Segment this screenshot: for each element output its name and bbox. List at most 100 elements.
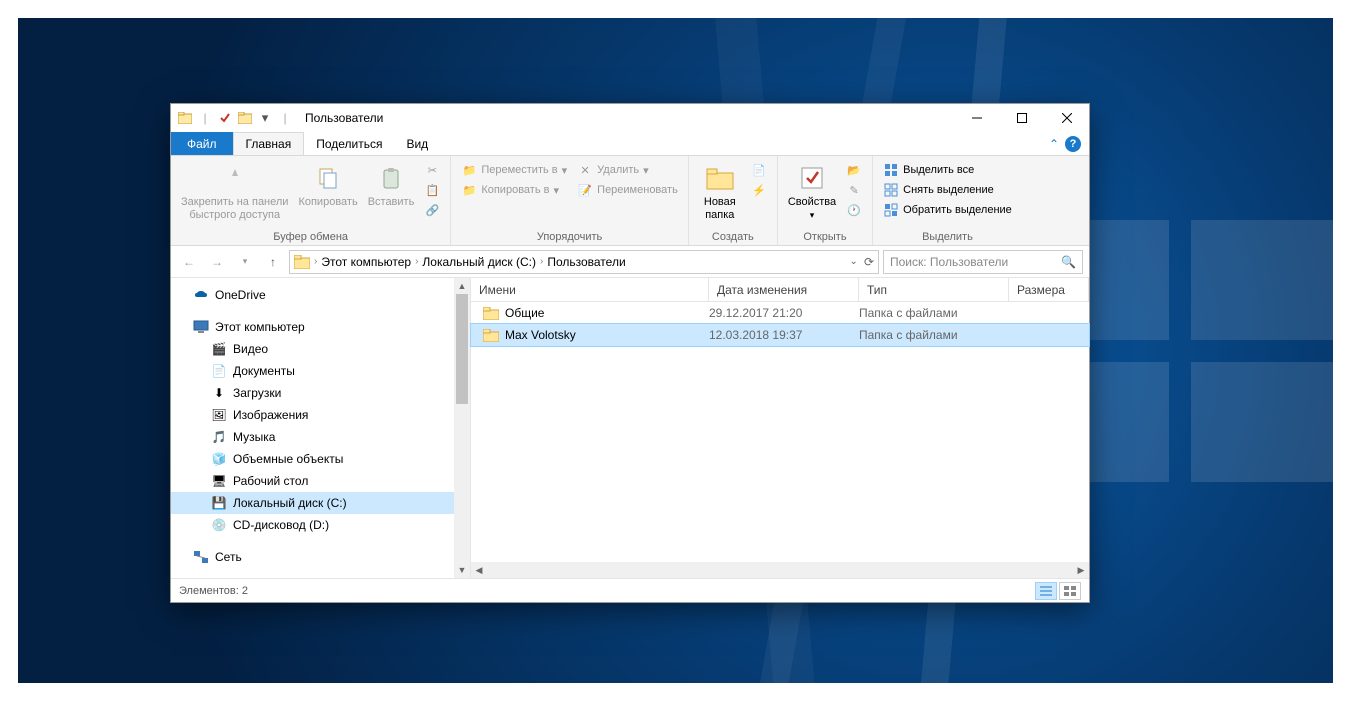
minimize-button[interactable] [954, 104, 999, 132]
delete-button[interactable]: ✕Удалить ▾ [573, 160, 682, 180]
ribbon: Закрепить на панели быстрого доступа Коп… [171, 156, 1089, 246]
pin-icon [219, 162, 251, 194]
tree-scrollbar[interactable]: ▲ ▼ [454, 278, 470, 578]
tree-item[interactable]: 💾Локальный диск (C:) [171, 492, 470, 514]
folder-icon [177, 110, 193, 126]
address-bar: ← → ▾ ↑ › Этот компьютер › Локальный дис… [171, 246, 1089, 278]
file-list[interactable]: Имени Дата изменения Тип Размера Общие29… [471, 278, 1089, 578]
ribbon-group-organize: 📁Переместить в ▾ 📁Копировать в ▾ ✕Удалит… [451, 156, 688, 245]
windows-logo [1049, 220, 1351, 482]
chevron-right-icon[interactable]: › [413, 256, 420, 267]
col-type[interactable]: Тип [859, 278, 1009, 301]
scroll-up-icon[interactable]: ▲ [454, 278, 470, 294]
chevron-right-icon[interactable]: › [312, 256, 319, 267]
chevron-down-icon[interactable]: ⌄ [850, 256, 858, 267]
tree-item-icon: 🎵 [211, 429, 227, 445]
move-to-button[interactable]: 📁Переместить в ▾ [457, 160, 571, 180]
open-button[interactable]: 📂 [842, 160, 866, 180]
navigation-tree[interactable]: OneDrive Этот компьютер 🎬Видео📄Документы… [171, 278, 471, 578]
scroll-thumb[interactable] [456, 294, 468, 404]
table-row[interactable]: Общие29.12.2017 21:20Папка с файлами [471, 302, 1089, 324]
copy-button[interactable]: Копировать [294, 160, 361, 211]
tree-item-label: Объемные объекты [233, 452, 343, 466]
tree-item[interactable]: 🖥Рабочий стол [171, 470, 470, 492]
col-name[interactable]: Имени [471, 278, 709, 301]
tab-home[interactable]: Главная [233, 132, 305, 155]
crumb-drive[interactable]: Локальный диск (C:) [422, 255, 536, 269]
tree-onedrive[interactable]: OneDrive [171, 284, 470, 306]
ribbon-collapse[interactable]: ⌃ ? [1041, 132, 1089, 155]
pc-icon [193, 319, 209, 335]
properties-icon [796, 162, 828, 194]
history-button[interactable]: 🕐 [842, 200, 866, 220]
tree-item[interactable]: ⬇Загрузки [171, 382, 470, 404]
scroll-right-icon[interactable]: ▶ [1073, 565, 1089, 576]
paste-shortcut-button[interactable]: 🔗 [420, 200, 444, 220]
invert-selection-button[interactable]: Обратить выделение [879, 200, 1016, 220]
col-date[interactable]: Дата изменения [709, 278, 859, 301]
qat-properties-icon[interactable] [217, 110, 233, 126]
horizontal-scrollbar[interactable]: ◀ ▶ [471, 562, 1089, 578]
forward-button[interactable]: → [205, 250, 229, 274]
scroll-down-icon[interactable]: ▼ [454, 562, 470, 578]
tab-file[interactable]: Файл [171, 132, 233, 155]
group-label: Выделить [879, 229, 1016, 243]
ribbon-group-clipboard: Закрепить на панели быстрого доступа Коп… [171, 156, 451, 245]
copy-path-button[interactable]: 📋 [420, 180, 444, 200]
scroll-left-icon[interactable]: ◀ [471, 565, 487, 576]
pin-button[interactable]: Закрепить на панели быстрого доступа [177, 160, 292, 224]
rename-button[interactable]: 📝Переименовать [573, 180, 682, 200]
file-type: Папка с файлами [859, 328, 1009, 342]
tree-thispc[interactable]: Этот компьютер [171, 316, 470, 338]
up-button[interactable]: ↑ [261, 250, 285, 274]
select-none-button[interactable]: Снять выделение [879, 180, 1016, 200]
tree-item[interactable]: 🖼Изображения [171, 404, 470, 426]
new-item-button[interactable]: 📄 [747, 160, 771, 180]
tree-item[interactable]: 🧊Объемные объекты [171, 448, 470, 470]
cut-button[interactable]: ✂ [420, 160, 444, 180]
chevron-right-icon[interactable]: › [538, 256, 545, 267]
new-folder-button[interactable]: Новая папка [695, 160, 745, 224]
group-label: Создать [695, 229, 771, 243]
recent-button[interactable]: ▾ [233, 250, 257, 274]
copy-to-button[interactable]: 📁Копировать в ▾ [457, 180, 571, 200]
tree-item[interactable]: 🎬Видео [171, 338, 470, 360]
paste-button[interactable]: Вставить [364, 160, 419, 211]
crumb-users[interactable]: Пользователи [547, 255, 625, 269]
open-icon: 📂 [846, 162, 862, 178]
tree-item-label: Музыка [233, 430, 275, 444]
paste-icon [375, 162, 407, 194]
col-size[interactable]: Размера [1009, 278, 1089, 301]
tree-item-label: Видео [233, 342, 268, 356]
details-view-button[interactable] [1035, 582, 1057, 600]
clipboard-small-buttons: ✂ 📋 🔗 [420, 160, 444, 220]
properties-button[interactable]: Свойства▾ [784, 160, 840, 224]
maximize-button[interactable] [999, 104, 1044, 132]
tree-item[interactable]: 📄Документы [171, 360, 470, 382]
breadcrumb[interactable]: › Этот компьютер › Локальный диск (C:) ›… [289, 250, 879, 274]
icons-view-button[interactable] [1059, 582, 1081, 600]
ribbon-group-new: Новая папка 📄 ⚡ Создать [689, 156, 778, 245]
invert-icon [883, 202, 899, 218]
back-button[interactable]: ← [177, 250, 201, 274]
path-icon: 📋 [424, 182, 440, 198]
tree-item[interactable]: 💿CD-дисковод (D:) [171, 514, 470, 536]
tab-view[interactable]: Вид [394, 132, 440, 155]
crumb-thispc[interactable]: Этот компьютер [321, 255, 411, 269]
easy-access-button[interactable]: ⚡ [747, 180, 771, 200]
tree-item-label: Рабочий стол [233, 474, 308, 488]
delete-icon: ✕ [577, 162, 593, 178]
tree-item[interactable]: 🎵 Музыка [171, 426, 470, 448]
column-headers[interactable]: Имени Дата изменения Тип Размера [471, 278, 1089, 302]
edit-button[interactable]: ✎ [842, 180, 866, 200]
tab-share[interactable]: Поделиться [304, 132, 394, 155]
select-all-button[interactable]: Выделить все [879, 160, 1016, 180]
refresh-button[interactable]: ⟳ [864, 255, 874, 269]
title-bar[interactable]: | ▾ | Пользователи [171, 104, 1089, 132]
help-icon[interactable]: ? [1065, 136, 1081, 152]
close-button[interactable] [1044, 104, 1089, 132]
qat-dropdown-icon[interactable]: ▾ [257, 110, 273, 126]
tree-network[interactable]: Сеть [171, 546, 470, 568]
search-input[interactable]: Поиск: Пользователи 🔍 [883, 250, 1083, 274]
table-row[interactable]: Max Volotsky12.03.2018 19:37Папка с файл… [471, 324, 1089, 346]
